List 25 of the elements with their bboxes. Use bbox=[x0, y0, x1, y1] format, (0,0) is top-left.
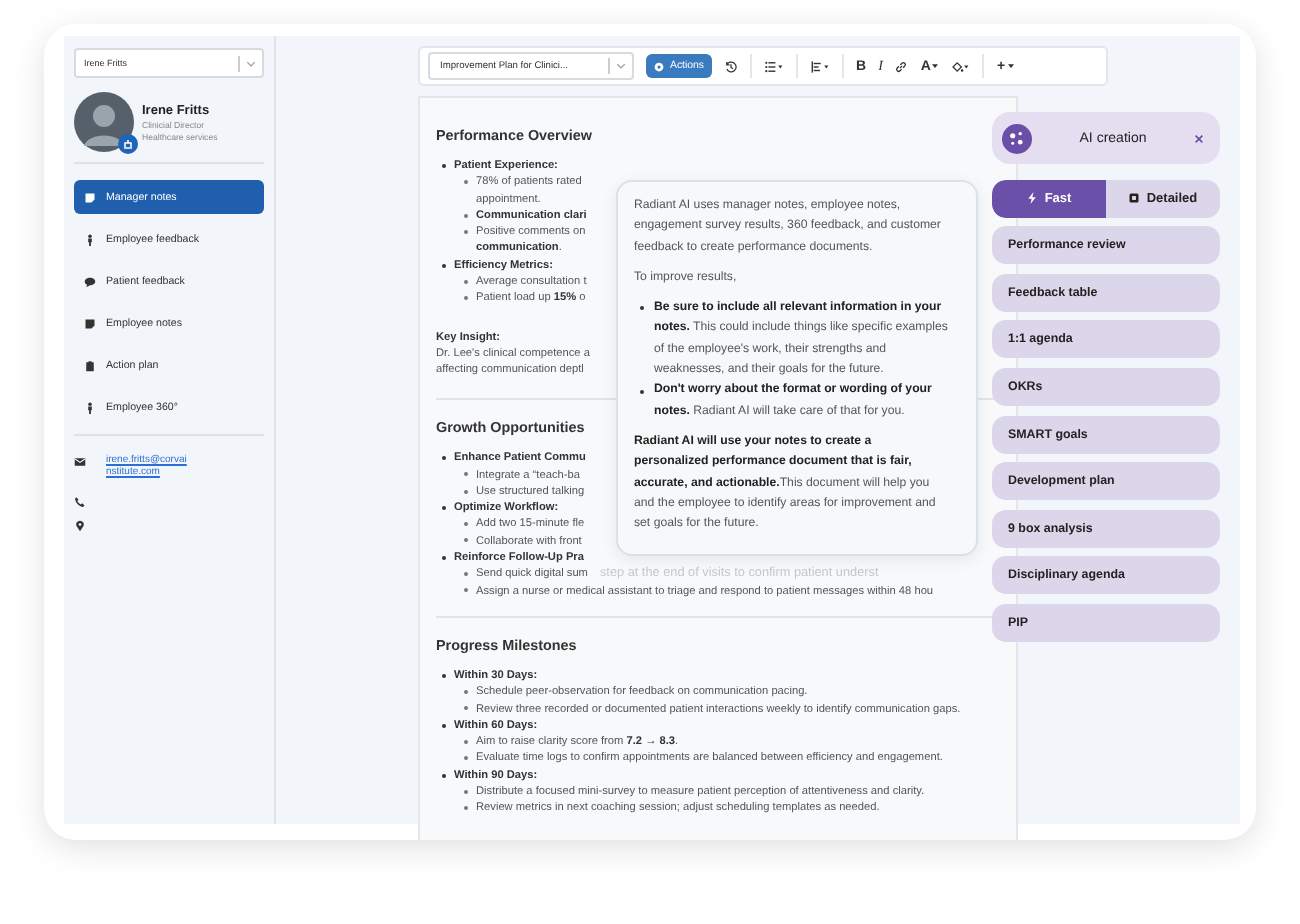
chat-icon bbox=[84, 275, 96, 287]
align-dropdown-icon[interactable] bbox=[810, 59, 831, 73]
info-icon bbox=[654, 61, 664, 71]
fill-dropdown-icon[interactable] bbox=[950, 59, 971, 73]
phone-icon bbox=[74, 496, 86, 508]
person-icon bbox=[84, 233, 96, 245]
chevron-down-icon bbox=[246, 59, 256, 67]
close-icon[interactable] bbox=[1194, 133, 1204, 143]
person-icon bbox=[84, 401, 96, 413]
chip-icon bbox=[1128, 192, 1141, 205]
lightning-icon bbox=[1026, 192, 1039, 205]
caret-icon bbox=[932, 63, 939, 69]
caret-icon bbox=[1007, 63, 1014, 69]
location-pin-icon bbox=[74, 520, 86, 532]
sparkle-icon bbox=[1002, 123, 1032, 153]
mail-icon bbox=[74, 456, 86, 468]
clipboard-icon bbox=[84, 359, 96, 371]
note-icon bbox=[84, 317, 96, 329]
list-dropdown-icon[interactable] bbox=[764, 59, 785, 73]
history-icon[interactable] bbox=[724, 59, 739, 73]
avatar bbox=[74, 92, 134, 152]
note-icon bbox=[84, 191, 96, 203]
chevron-down-icon bbox=[616, 62, 626, 70]
link-icon[interactable] bbox=[894, 59, 909, 73]
org-badge-icon bbox=[118, 134, 138, 154]
